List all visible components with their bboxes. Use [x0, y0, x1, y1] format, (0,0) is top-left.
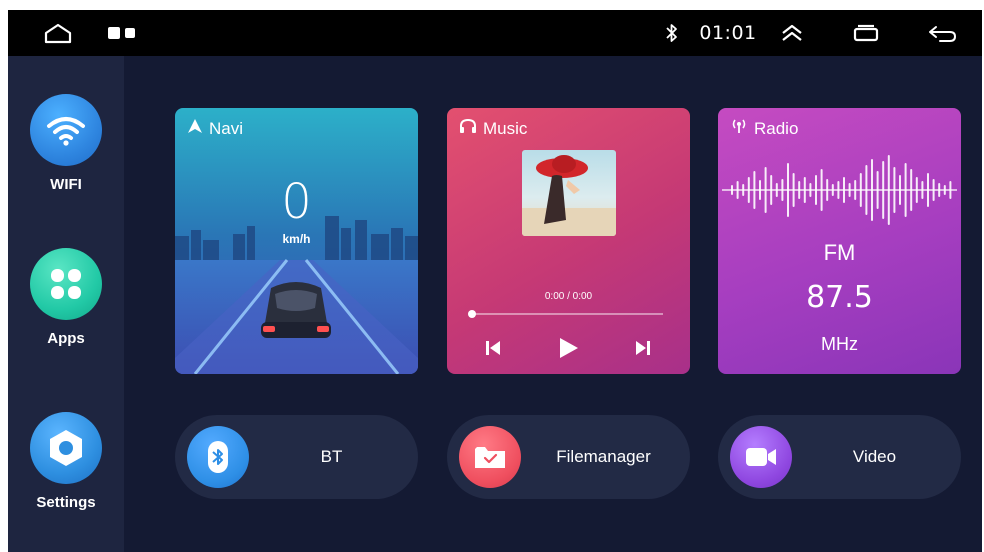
sidebar-item-apps[interactable]: Apps — [8, 248, 124, 347]
sidebar: WIFI Apps Settings — [8, 56, 124, 552]
music-progress-knob[interactable] — [468, 310, 476, 318]
radio-frequency: 87.5 — [806, 280, 873, 315]
music-title-label: Music — [483, 118, 528, 138]
sidebar-item-wifi[interactable]: WIFI — [8, 94, 124, 193]
music-card[interactable]: Music 0:00 / 0:00 — [447, 108, 690, 374]
sidebar-item-label: WIFI — [50, 176, 82, 193]
speed-unit: km/h — [282, 232, 311, 246]
play-button[interactable] — [554, 334, 582, 362]
sidebar-item-label: Apps — [47, 330, 85, 347]
video-shortcut[interactable]: Video — [718, 415, 961, 499]
album-art — [522, 150, 616, 236]
sidebar-item-label: Settings — [36, 494, 96, 511]
skip-back-icon — [486, 341, 500, 355]
head-unit-screen: 01:01 WIFI Apps Settings Navi 0 km/h Mus… — [8, 10, 982, 552]
music-title: Music — [459, 118, 527, 139]
clock: 01:01 — [696, 10, 760, 56]
video-label: Video — [852, 447, 897, 466]
music-progress-bar[interactable] — [468, 310, 663, 318]
clock-time: 01:01 — [699, 22, 757, 44]
radio-band: FM — [823, 240, 856, 265]
video-camera-icon — [730, 426, 792, 488]
bt-label: BT — [320, 447, 343, 466]
status-bar: 01:01 — [8, 10, 982, 56]
radio-title: Radio — [730, 118, 798, 139]
navi-title-label: Navi — [209, 118, 244, 138]
radio-title-label: Radio — [754, 118, 799, 138]
navi-title: Navi — [187, 118, 243, 139]
navigation-arrow-icon — [187, 118, 203, 139]
expand-icon[interactable] — [776, 10, 808, 56]
skip-forward-icon — [636, 341, 650, 355]
recent-apps-icon[interactable] — [103, 10, 143, 56]
folder-icon — [459, 426, 521, 488]
sound-wave-graphic — [722, 155, 957, 225]
radio-antenna-icon — [730, 118, 748, 139]
music-time: 0:00 / 0:00 — [544, 291, 593, 302]
play-icon — [560, 338, 578, 358]
window-icon[interactable] — [846, 10, 886, 56]
filemanager-label: Filemanager — [556, 447, 651, 466]
speed-value: 0 — [281, 174, 312, 230]
settings-icon — [30, 412, 102, 484]
wifi-icon — [30, 94, 102, 166]
filemanager-shortcut[interactable]: Filemanager — [447, 415, 690, 499]
bluetooth-icon — [187, 426, 249, 488]
bt-shortcut[interactable]: BT — [175, 415, 418, 499]
radio-unit: MHz — [821, 334, 858, 354]
apps-icon — [30, 248, 102, 320]
next-track-button[interactable] — [629, 334, 657, 362]
bluetooth-icon — [660, 10, 684, 56]
navi-card[interactable]: Navi 0 km/h — [175, 108, 418, 374]
back-icon[interactable] — [922, 10, 962, 56]
previous-track-button[interactable] — [479, 334, 507, 362]
home-icon[interactable] — [38, 10, 78, 56]
radio-card[interactable]: Radio FM 87.5 MHz — [718, 108, 961, 374]
headphones-icon — [459, 118, 477, 139]
sidebar-item-settings[interactable]: Settings — [8, 412, 124, 511]
